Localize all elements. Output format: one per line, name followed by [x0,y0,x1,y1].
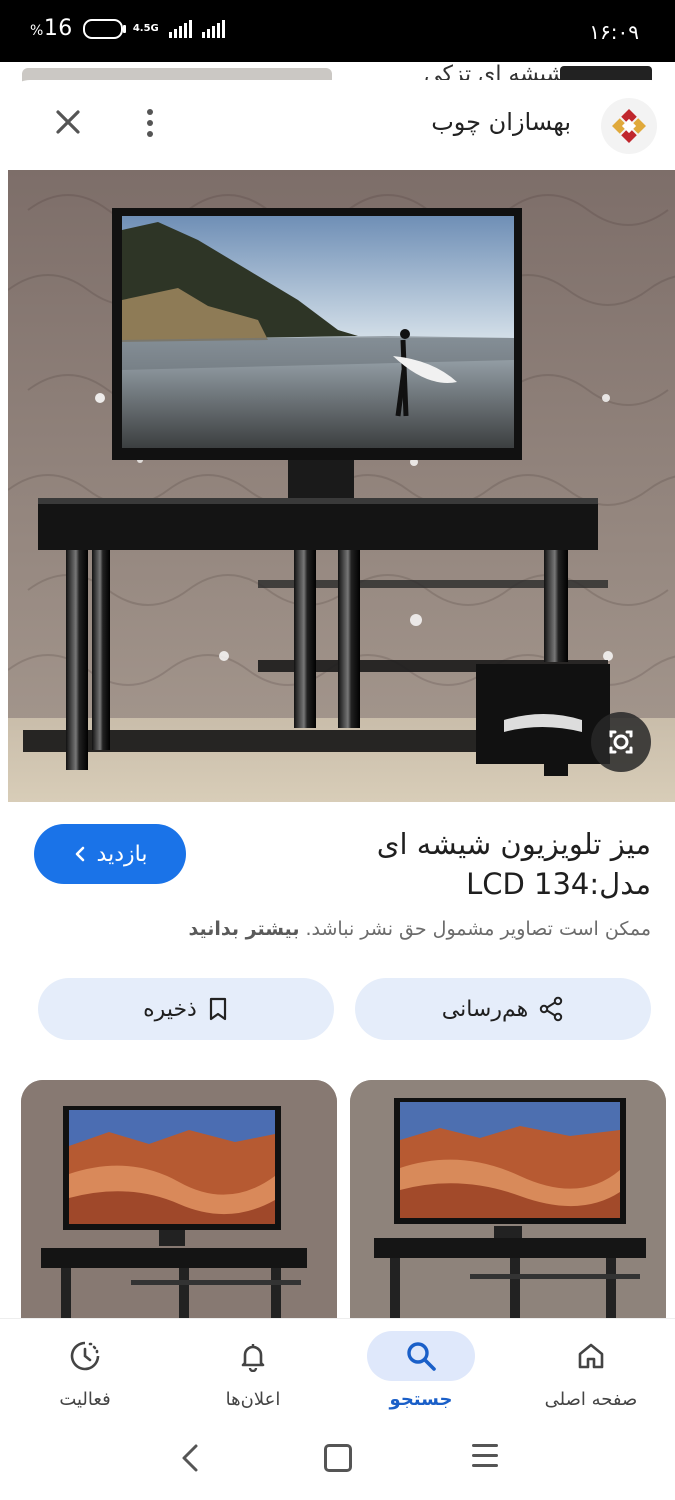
result-title: میز تلویزیون شیشه ای مدل:LCD 134 [376,827,651,901]
nav-label-notifications: اعلان‌ها [225,1389,281,1410]
share-icon [540,996,563,1022]
activity-icon [31,1331,139,1381]
nav-item-activity[interactable]: فعالیت [10,1319,160,1419]
chevron-left-icon [75,846,84,862]
more-vert-icon[interactable] [138,106,162,142]
status-left: %16 4.5G [30,16,225,41]
share-label: هم‌رسانی [441,996,529,1022]
related-image-2[interactable] [21,1080,337,1320]
result-info: بازدید میز تلویزیون شیشه ای مدل:LCD 134 … [6,802,675,962]
battery-icon [82,18,126,39]
nav-item-search[interactable]: جستجو [346,1319,496,1419]
nav-item-home[interactable]: صفحه اصلی [516,1319,666,1419]
main-image[interactable] [8,170,675,802]
nav-label-activity: فعالیت [59,1389,111,1410]
learn-more-link[interactable]: بیشتر بدانید [189,918,300,940]
home-square-icon[interactable] [324,1444,352,1472]
site-logo[interactable] [601,98,657,154]
sheet-header: بهسازان چوب [6,80,675,170]
site-name[interactable]: بهسازان چوب [431,108,571,136]
home-icon [537,1331,645,1381]
nav-item-notifications[interactable]: اعلان‌ها [178,1319,328,1419]
lens-icon [609,730,633,754]
save-label: ذخیره [143,996,197,1022]
signal-icon [168,19,192,38]
battery-level: 16 [43,16,73,41]
nav-label-search: جستجو [389,1389,453,1410]
share-button[interactable]: هم‌رسانی [355,978,651,1040]
bell-icon [199,1331,307,1381]
copyright-text: ممکن است تصاویر مشمول حق نشر نباشد. [305,918,652,940]
system-navigation-bar [0,1418,675,1500]
nav-label-home: صفحه اصلی [544,1389,638,1410]
related-image[interactable] [350,1080,666,1320]
back-icon[interactable] [176,1438,206,1478]
status-bar: %16 4.5G ۱۶:۰۹ [0,0,675,62]
status-time: ۱۶:۰۹ [589,20,639,44]
network-type: 4.5G [132,22,159,34]
visit-button-label: بازدید [96,841,148,867]
battery-percent-symbol: % [30,23,44,39]
google-lens-button[interactable] [591,712,651,772]
copyright-notice: ممکن است تصاویر مشمول حق نشر نباشد. بیشت… [31,918,651,940]
signal-icon-2 [201,19,225,38]
visit-button[interactable]: بازدید [34,824,186,884]
recents-icon[interactable] [472,1444,498,1474]
save-button[interactable]: ذخیره [38,978,334,1040]
bookmark-icon [209,997,226,1021]
image-detail-sheet: بهسازان چوب بازدید میز تلویزیون شیشه ای … [6,80,675,1320]
close-icon[interactable] [50,104,86,140]
bottom-navigation: صفحه اصلی جستجو اعلان‌ها فعالیت [0,1318,675,1419]
search-icon [367,1331,475,1381]
